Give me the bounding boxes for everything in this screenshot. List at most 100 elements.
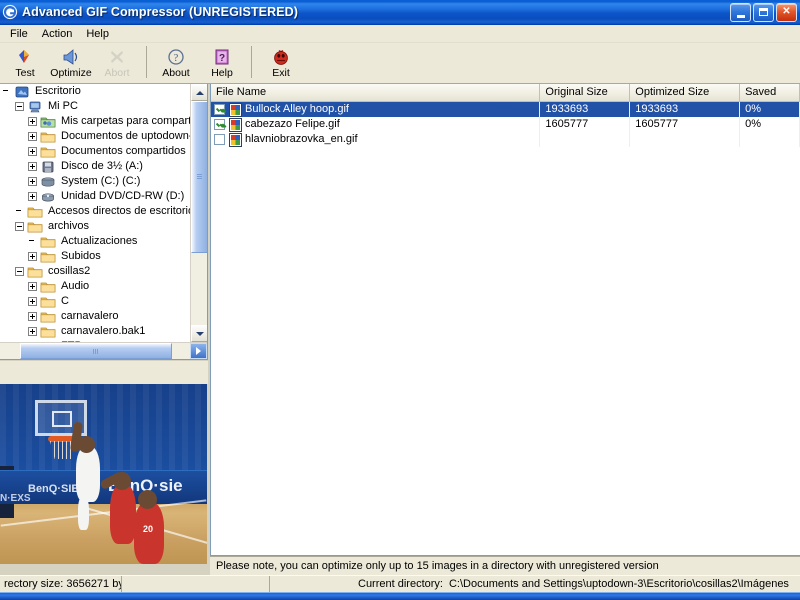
test-button-label: Test [15,68,34,79]
horizontal-scroll-thumb[interactable] [20,343,172,359]
crowd-stand [0,384,207,470]
file-list-body[interactable]: Bullock Alley hoop.gif193369319336930%ca… [211,102,800,555]
tree-item[interactable]: Documentos de uptodown-3 [0,129,190,144]
file-checkbox[interactable] [214,119,225,130]
tree-item[interactable]: Mi PC [0,99,190,114]
abort-button-label: Abort [104,68,129,79]
expand-icon[interactable] [28,252,37,261]
table-row[interactable]: cabezazo Felipe.gif160577716057770% [211,117,800,132]
floppy-icon [40,160,56,174]
scroll-right-button[interactable] [190,343,207,359]
scroll-up-button[interactable] [191,84,208,101]
taskbar[interactable] [0,592,800,600]
tree-item[interactable]: Mis carpetas para compartir [0,114,190,129]
shared-folder-icon [40,115,56,129]
folder-icon [40,235,56,249]
tree-item-label: Subidos [59,250,103,263]
preview-image: BenQ·sie BenQ·SIE N·EXS 20 [0,384,207,564]
tree-item[interactable]: Disco de 3½ (A:) [0,159,190,174]
expand-icon[interactable] [28,192,37,201]
player-white-leg [78,496,89,530]
file-checkbox[interactable] [214,104,225,115]
tree-item[interactable]: Audio [0,279,190,294]
tree-item[interactable]: Unidad DVD/CD-RW (D:) [0,189,190,204]
folder-icon [40,280,56,294]
optimize-button[interactable]: Optimize [48,43,94,82]
harddisk-icon [40,175,56,189]
collapse-icon[interactable] [15,102,24,111]
tree-item[interactable]: carnavalero.bak1 [0,324,190,339]
close-button[interactable]: ✕ [776,3,797,22]
file-list[interactable]: File NameOriginal SizeOptimized SizeSave… [210,84,800,556]
help-button-label: Help [211,68,233,79]
tree-spacer [15,207,24,216]
expand-icon[interactable] [28,312,37,321]
folder-icon [40,130,56,144]
collapse-icon[interactable] [15,222,24,231]
tree-item-label: Mis carpetas para compartir [59,115,190,128]
collapse-icon[interactable] [15,267,24,276]
column-header-original-size[interactable]: Original Size [540,84,630,102]
tree-item[interactable]: C [0,294,190,309]
expand-icon[interactable] [28,282,37,291]
expand-icon[interactable] [28,162,37,171]
tree-item-label: carnavalero [59,310,120,323]
saved-cell [740,132,800,147]
tree-item[interactable]: Documentos compartidos [0,144,190,159]
column-header-saved[interactable]: Saved [740,84,800,102]
tree-item[interactable]: carnavalero [0,309,190,324]
exit-button-label: Exit [272,68,290,79]
expand-icon[interactable] [28,297,37,306]
exit-button[interactable]: Exit [258,43,304,82]
about-button[interactable]: ? About [153,43,199,82]
expand-icon[interactable] [28,177,37,186]
expand-icon[interactable] [28,147,37,156]
tree-item[interactable]: cosillas2 [0,264,190,279]
tree-item-label: Documentos compartidos [59,145,188,158]
maximize-button[interactable] [753,3,774,22]
help-button[interactable]: ? Help [199,43,245,82]
menu-item-help[interactable]: Help [79,26,116,42]
test-button[interactable]: Test [2,43,48,82]
saved-cell: 0% [740,117,800,132]
application-window: Advanced GIF Compressor (UNREGISTERED) ✕… [0,0,800,600]
minimize-button[interactable] [730,3,751,22]
file-list-header[interactable]: File NameOriginal SizeOptimized SizeSave… [211,84,800,102]
tree-item-label: Actualizaciones [59,235,139,248]
expand-icon[interactable] [28,327,37,336]
file-name-cell[interactable]: hlavniobrazovka_en.gif [211,132,540,147]
file-name-cell[interactable]: Bullock Alley hoop.gif [211,102,540,117]
tree-item[interactable]: Actualizaciones [0,234,190,249]
test-icon [15,47,35,67]
tree-item[interactable]: Accesos directos de escritorio no usa [0,204,190,219]
vertical-scroll-thumb[interactable] [191,101,208,253]
menu-item-file[interactable]: File [3,26,35,42]
tree-item-label: Disco de 3½ (A:) [59,160,145,173]
status-pane-empty [122,576,270,593]
tree-item-label: Mi PC [46,100,80,113]
file-checkbox[interactable] [214,134,225,145]
scroll-down-button[interactable] [191,325,208,342]
expand-icon[interactable] [28,132,37,141]
original-size-cell: 1605777 [540,117,630,132]
table-row[interactable]: Bullock Alley hoop.gif193369319336930% [211,102,800,117]
directory-tree-panel[interactable]: EscritorioMi PC Mis carpetas para compart… [0,84,208,360]
tree-item[interactable]: Subidos [0,249,190,264]
tree-item[interactable]: System (C:) (C:) [0,174,190,189]
menu-item-action[interactable]: Action [35,26,80,42]
tree-vertical-scrollbar[interactable] [190,84,207,342]
column-header-optimized-size[interactable]: Optimized Size [630,84,740,102]
title-bar[interactable]: Advanced GIF Compressor (UNREGISTERED) ✕ [0,0,800,25]
abort-icon [107,47,127,67]
table-row[interactable]: hlavniobrazovka_en.gif [211,132,800,147]
tree-horizontal-scrollbar[interactable] [0,342,207,359]
unregistered-note: Please note, you can optimize only up to… [216,560,659,572]
computer-icon [27,100,43,114]
column-header-file-name[interactable]: File Name [211,84,540,102]
file-name-cell[interactable]: cabezazo Felipe.gif [211,117,540,132]
tree-item[interactable]: archivos [0,219,190,234]
tree-item[interactable]: Escritorio [0,84,190,99]
window-title: Advanced GIF Compressor (UNREGISTERED) [22,5,298,19]
expand-icon[interactable] [28,117,37,126]
directory-tree[interactable]: EscritorioMi PC Mis carpetas para compart… [0,84,190,342]
